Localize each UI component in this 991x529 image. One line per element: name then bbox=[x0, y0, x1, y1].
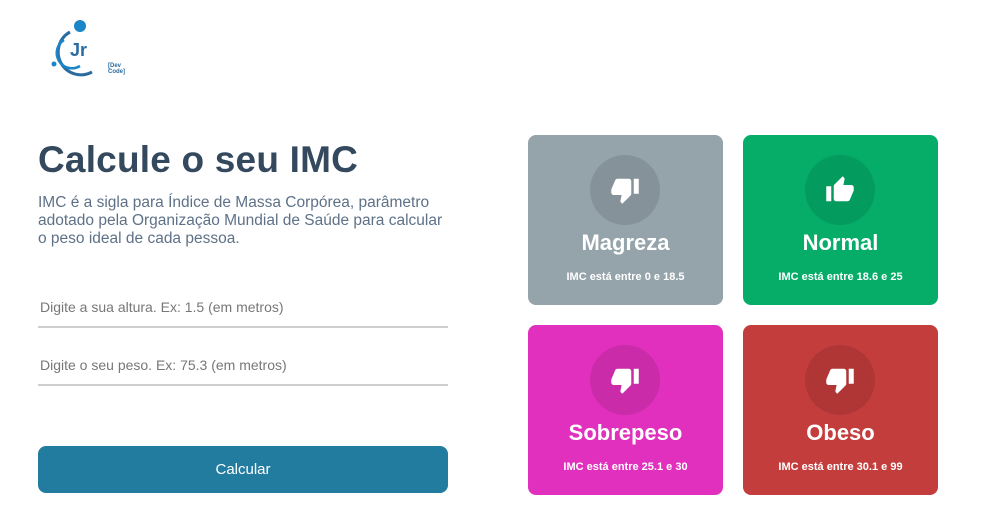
jr-logo-icon: Jr bbox=[51, 20, 93, 77]
card-range: IMC está entre 25.1 e 30 bbox=[563, 461, 688, 473]
card-range: IMC está entre 30.1 e 99 bbox=[778, 461, 903, 473]
page-description: IMC é a sigla para Índice de Massa Corpó… bbox=[38, 194, 443, 247]
thumbs-down-icon bbox=[590, 345, 660, 415]
card-title: Magreza bbox=[581, 230, 670, 255]
card-magreza: Magreza IMC está entre 0 e 18.5 bbox=[528, 135, 723, 305]
intro-section: Calcule o seu IMC IMC é a sigla para Índ… bbox=[38, 138, 458, 248]
thumbs-down-icon bbox=[590, 155, 660, 225]
height-input[interactable] bbox=[38, 288, 448, 328]
card-title: Obeso bbox=[806, 420, 875, 445]
card-sobrepeso: Sobrepeso IMC está entre 25.1 e 30 bbox=[528, 325, 723, 495]
card-title: Normal bbox=[802, 230, 879, 255]
logo: Jr [Dev Code] bbox=[44, 18, 125, 80]
logo-text: [Dev Code] bbox=[108, 63, 125, 75]
weight-input[interactable] bbox=[38, 346, 448, 386]
thumbs-up-icon bbox=[805, 155, 875, 225]
card-range: IMC está entre 18.6 e 25 bbox=[778, 271, 903, 283]
svg-text:Jr: Jr bbox=[70, 40, 87, 60]
page-title: Calcule o seu IMC bbox=[38, 139, 359, 180]
card-normal: Normal IMC está entre 18.6 e 25 bbox=[743, 135, 938, 305]
card-title: Sobrepeso bbox=[568, 420, 683, 445]
card-range: IMC está entre 0 e 18.5 bbox=[566, 271, 685, 283]
card-obeso: Obeso IMC está entre 30.1 e 99 bbox=[743, 325, 938, 495]
calculate-button[interactable]: Calcular bbox=[38, 446, 448, 493]
thumbs-down-icon bbox=[805, 345, 875, 415]
